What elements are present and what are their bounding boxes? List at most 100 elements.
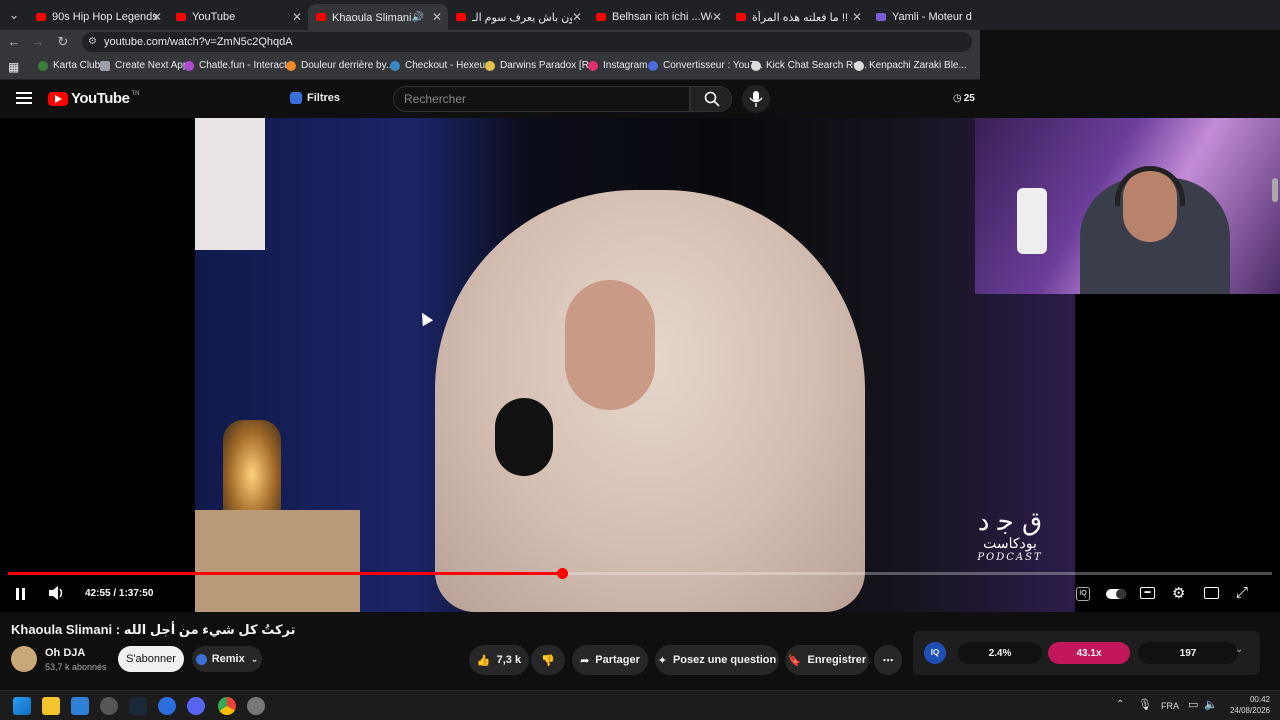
youtube-favicon-icon (36, 13, 46, 21)
forward-icon[interactable]: → (30, 34, 46, 50)
search-input[interactable]: Rechercher (393, 86, 690, 112)
save-button[interactable]: 🔖 Enregistrer (785, 645, 869, 675)
video-player[interactable]: ﻕ ﺟ ﺩ بودكاست PODCAST 42:55 / 1:37:50 IQ… (0, 118, 1280, 612)
close-icon[interactable]: ✕ (292, 10, 302, 24)
bookmark-item[interactable]: Douleur derrière by... (286, 60, 394, 71)
apps-grid-icon[interactable]: ▦ (8, 60, 19, 74)
stat-multiplier: 43.1x (1048, 642, 1130, 664)
bookmark-icon (184, 60, 194, 71)
close-icon[interactable]: ✕ (712, 10, 722, 24)
bookmark-item[interactable]: Chatle.fun - Interact... (184, 60, 295, 71)
bookmark-item[interactable]: Kick Chat Search Re... (751, 60, 867, 71)
tab-6[interactable]: غريب !! ما فعلته هذه المرأة✕ (728, 4, 868, 30)
subtitles-button[interactable]: ▬ (1140, 587, 1155, 599)
bookmark-item[interactable]: Kenpachi Zaraki Ble... (854, 60, 967, 71)
tray-clock[interactable]: 00:42 24/08/2026 (1222, 694, 1270, 716)
side-table (195, 510, 360, 612)
bookmark-icon (854, 60, 864, 71)
volume-button[interactable] (48, 585, 66, 604)
youtube-favicon-icon (176, 13, 186, 21)
autoplay-knob-icon (1116, 589, 1126, 599)
tab-4[interactable]: شكون باش يعرف سوم الـA✕ (448, 4, 588, 30)
tray-network-icon[interactable]: ▭ (1188, 698, 1198, 711)
podcast-watermark: ﻕ ﺟ ﺩ بودكاست PODCAST (965, 508, 1055, 563)
like-button[interactable]: 👍 7,3 k (469, 645, 529, 675)
channel-name[interactable]: Oh DJA (45, 647, 85, 659)
app-icon[interactable] (158, 697, 176, 715)
autoplay-toggle[interactable] (1106, 589, 1126, 599)
share-icon: ➦ (580, 654, 590, 667)
taskbar: ⌃ 🎙 FRA ▭ 🔈 00:42 24/08/2026 (0, 690, 1280, 720)
filters-button[interactable]: Filtres (290, 92, 340, 104)
tab-7[interactable]: Yamli - Moteur de Rech (868, 4, 980, 30)
progress-scrubber[interactable] (556, 568, 568, 579)
more-icon: ⋯ (882, 654, 894, 667)
close-icon[interactable]: ✕ (572, 10, 582, 24)
speaker-face (565, 280, 655, 410)
page-scrollbar[interactable] (1272, 178, 1278, 202)
stat-percentage: 2.4% (958, 642, 1042, 664)
subscriber-count: 53,7 k abonnés (45, 662, 107, 672)
address-bar[interactable]: ⚙ youtube.com/watch?v=ZmN5c2QhqdA (82, 32, 972, 52)
settings-icon[interactable] (247, 697, 265, 715)
store-icon[interactable] (71, 697, 89, 715)
share-button[interactable]: ➦ Partager (572, 645, 648, 675)
tray-chevron-up-icon[interactable]: ⌃ (1116, 699, 1124, 710)
voice-search-button[interactable] (742, 85, 770, 113)
steam-icon[interactable] (129, 697, 147, 715)
ask-question-button[interactable]: ✦ Posez une question (655, 645, 779, 675)
address-url: youtube.com/watch?v=ZmN5c2QhqdA (104, 36, 293, 48)
menu-icon[interactable] (16, 92, 32, 104)
site-info-icon[interactable]: ⚙ (88, 32, 97, 52)
bookmark-item[interactable]: Convertisseur : YouT... (648, 60, 763, 71)
stat-count: 197 (1138, 642, 1238, 664)
iq-ext-icon[interactable]: IQ (1076, 587, 1090, 601)
close-icon[interactable]: ✕ (852, 10, 862, 24)
close-icon[interactable]: ✕ (152, 10, 162, 24)
bookmark-item[interactable]: Darwins Paradox [R... (485, 60, 597, 71)
volume-icon (49, 586, 63, 600)
header-counter[interactable]: ◷ 25 (953, 93, 975, 104)
chrome-icon[interactable] (218, 697, 236, 715)
progress-fill (8, 572, 562, 575)
tab-search-icon[interactable]: ⌄ (6, 7, 22, 23)
tray-language[interactable]: FRA (1161, 701, 1179, 711)
bookmark-item[interactable]: Karta Club (38, 60, 100, 71)
browser-tab-strip: ⌄ 90s Hip Hop Legends – 2H✕ YouTube✕ Kha… (0, 0, 1280, 30)
settings-button[interactable]: ⚙ (1172, 584, 1185, 602)
more-actions-button[interactable]: ⋯ (874, 645, 902, 675)
discord-icon[interactable] (187, 697, 205, 715)
chevron-down-icon[interactable]: ⌄ (1235, 644, 1243, 655)
theater-mode-button[interactable] (1204, 587, 1219, 599)
dislike-button[interactable]: 👎 (531, 645, 565, 675)
video-frame: ﻕ ﺟ ﺩ بودكاست PODCAST (195, 118, 1075, 612)
file-explorer-icon[interactable] (42, 697, 60, 715)
search-button[interactable] (690, 86, 732, 112)
back-icon[interactable]: ← (6, 34, 22, 50)
tab-3[interactable]: Khaoula Slimani : الله🔊✕ (308, 4, 448, 30)
youtube-logo[interactable]: YouTube TN (48, 90, 139, 107)
channel-avatar[interactable] (11, 646, 37, 672)
youtube-play-icon (48, 91, 68, 106)
remix-button[interactable]: Remix ⌄ (192, 646, 262, 672)
tray-volume-icon[interactable]: 🔈 (1204, 698, 1218, 711)
chevron-down-icon: ⌄ (250, 653, 259, 664)
pause-button[interactable] (14, 587, 28, 601)
close-icon[interactable]: ✕ (432, 10, 442, 24)
progress-bar[interactable] (8, 568, 1272, 579)
subscribe-button[interactable]: S'abonner (118, 646, 184, 672)
bookmark-item[interactable]: Instagram (588, 60, 647, 71)
windows-start-icon[interactable] (13, 697, 31, 715)
audio-playing-icon[interactable]: 🔊 (412, 12, 424, 23)
app-icon[interactable] (100, 697, 118, 715)
tab-5[interactable]: Belhsan ich ichi ...Westik -✕ (588, 4, 728, 30)
fullscreen-icon: ⤢ (1236, 584, 1249, 601)
bookmark-item[interactable]: Checkout - Hexeum (390, 60, 493, 71)
tray-mic-icon[interactable]: 🎙 (1138, 698, 1152, 711)
tab-2[interactable]: YouTube ✕ (168, 4, 308, 30)
video-title: Khaoula Slimani : تركتُ كل شيء من أجل ال… (11, 622, 296, 637)
tab-1[interactable]: 90s Hip Hop Legends – 2H✕ (28, 4, 168, 30)
reload-icon[interactable]: ↻ (55, 34, 71, 50)
bookmark-item[interactable]: Create Next App (100, 60, 188, 71)
fullscreen-button[interactable]: ⤢ (1236, 584, 1248, 601)
